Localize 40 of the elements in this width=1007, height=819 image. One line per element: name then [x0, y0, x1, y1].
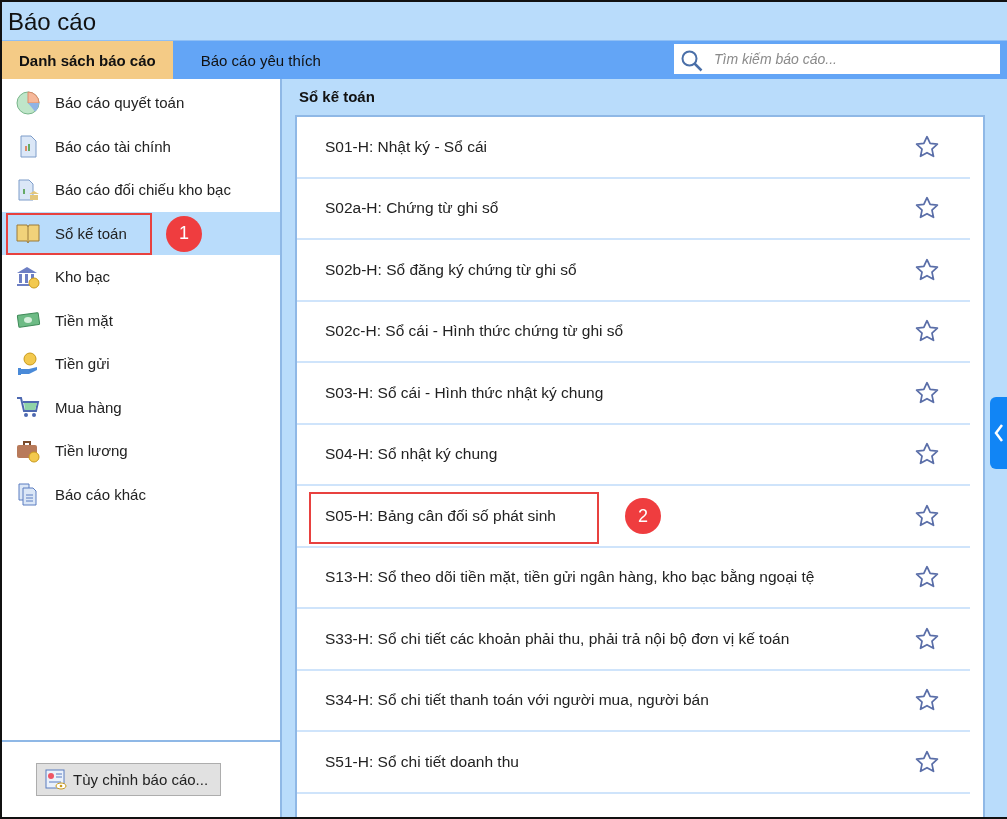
step-badge: 2 — [625, 498, 661, 534]
tab[interactable]: Báo cáo yêu thích — [172, 41, 349, 79]
sidebar-item[interactable]: Sổ kế toán 1 — [2, 211, 280, 255]
sidebar-item[interactable]: Báo cáo đối chiếu kho bạc — [2, 168, 280, 212]
chevron-left-icon — [993, 423, 1004, 443]
sidebar-item[interactable]: Tiền gửi — [2, 342, 280, 386]
report-row[interactable]: S02b-H: Sổ đăng ký chứng từ ghi sổ — [297, 240, 970, 302]
report-row[interactable]: S02c-H: Sổ cái - Hình thức chứng từ ghi sổ — [297, 301, 970, 363]
star-icon[interactable] — [914, 379, 940, 406]
sidebar-item[interactable]: Báo cáo khác — [2, 472, 280, 516]
pie-chart-icon — [15, 89, 41, 116]
sidebar-item[interactable]: Báo cáo tài chính — [2, 124, 280, 168]
report-row[interactable]: S01-H: Nhật ký - Sổ cái — [297, 117, 970, 179]
step-badge: 1 — [166, 215, 202, 252]
report-row[interactable]: S04-H: Sổ nhật ký chung — [297, 424, 970, 486]
report-row[interactable]: S05-H: Bảng cân đối số phát sinh 2 — [297, 486, 970, 548]
star-icon[interactable] — [914, 256, 940, 283]
sidebar-item[interactable]: Tiền mặt — [2, 298, 280, 342]
sidebar-item[interactable]: Báo cáo quyết toán — [2, 81, 280, 125]
tab[interactable]: Danh sách báo cáo — [2, 41, 173, 79]
collapse-panel-button[interactable] — [990, 397, 1007, 469]
star-icon[interactable] — [914, 133, 940, 160]
report-row[interactable]: S03-H: Sổ cái - Hình thức nhật ký chung — [297, 363, 970, 425]
star-icon[interactable] — [914, 748, 940, 775]
report-row[interactable]: S34-H: Sổ chi tiết thanh toán với người mua, người bán — [297, 670, 970, 732]
report-row[interactable]: S33-H: Sổ chi tiết các khoản phải thu, phải trả nội bộ đơn vị kế toán — [297, 609, 970, 671]
window-title: Báo cáo — [7, 7, 98, 37]
sidebar-item[interactable]: Kho bạc — [2, 255, 280, 299]
report-row[interactable]: S02a-H: Chứng từ ghi sổ — [297, 178, 970, 240]
sidebar-item[interactable]: Mua hàng — [2, 385, 280, 429]
star-icon[interactable] — [914, 625, 940, 652]
document-bank-icon — [15, 176, 41, 203]
panel-title: Sổ kế toán — [298, 87, 376, 107]
report-row[interactable]: S13-H: Sổ theo dõi tiền mặt, tiền gửi ngân hàng, kho bạc bằng ngoại tệ — [297, 547, 970, 609]
search-field[interactable]: Tìm kiếm báo cáo... — [674, 44, 1000, 74]
customize-report-button[interactable]: Tùy chỉnh báo cáo... — [36, 763, 222, 796]
sidebar-item[interactable]: Tiền lương — [2, 429, 280, 473]
report-settings-icon — [45, 768, 67, 791]
report-row[interactable]: S51-H: Sổ chi tiết doanh thu — [297, 732, 970, 794]
star-icon[interactable] — [914, 502, 940, 529]
